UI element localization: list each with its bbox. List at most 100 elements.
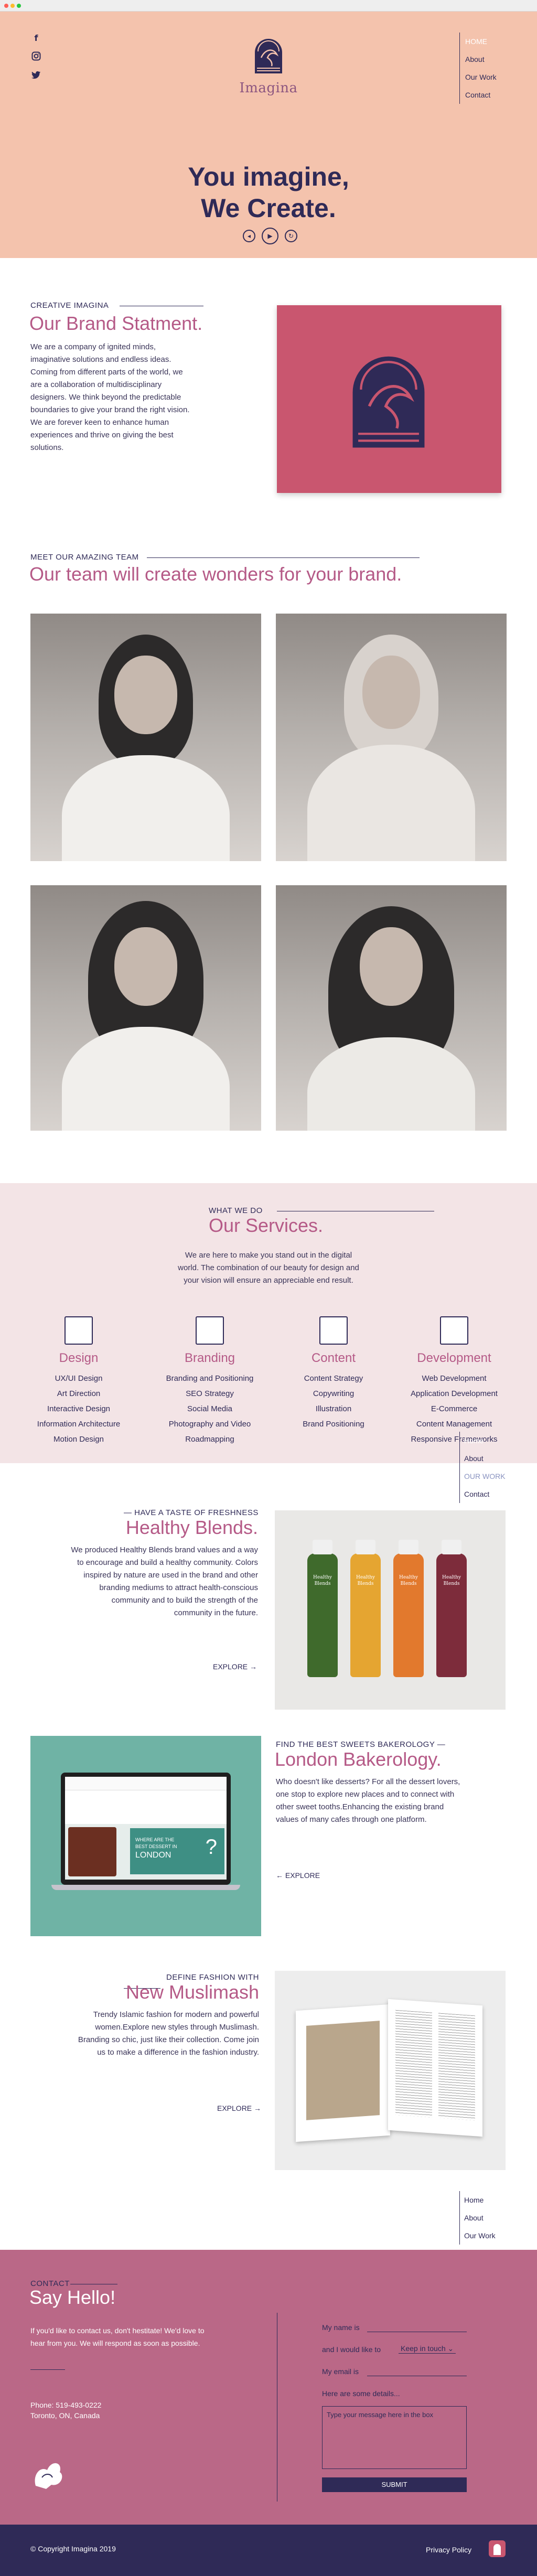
- team-photo-2: [276, 614, 507, 861]
- contact-text: If you'd like to contact us, don't hesti…: [30, 2324, 251, 2349]
- sidenav-our-work[interactable]: Our Work: [464, 2227, 496, 2245]
- facebook-icon[interactable]: f: [30, 33, 42, 44]
- touch-label: and I would like to: [322, 2345, 381, 2354]
- contact-emblem-icon: [35, 2463, 62, 2489]
- sidenav-home[interactable]: Home: [464, 2191, 496, 2209]
- london-bakerology-image: WHERE ARE THE BEST DESSERT IN LONDON ?: [30, 1736, 261, 1936]
- bottle-green: Healthy Blends: [307, 1540, 338, 1677]
- contact-section: CONTACT Say Hello! If you'd like to cont…: [0, 2250, 537, 2525]
- logo-mark-icon: [352, 356, 425, 448]
- bakery-explore-link[interactable]: ← EXPLORE: [276, 1871, 320, 1880]
- healthy-kicker: — HAVE A TASTE OF FRESHNESS: [124, 1508, 259, 1517]
- service-item: Copywriting: [313, 1389, 355, 1398]
- hero-title: You imagine, We Create.: [0, 161, 537, 224]
- healthy-explore-link[interactable]: EXPLORE →: [213, 1662, 257, 1671]
- fashion-text: Trendy Islamic fashion for modern and po…: [34, 2009, 259, 2059]
- close-window-button[interactable]: [4, 4, 8, 8]
- main-nav: HOME About Our Work Contact: [459, 33, 497, 104]
- team-kicker: MEET OUR AMAZING TEAM: [30, 553, 139, 562]
- service-item: Content Management: [416, 1420, 492, 1429]
- branding-icon: [196, 1316, 224, 1345]
- sidenav-home[interactable]: Home: [464, 1432, 506, 1450]
- sidenav-contact[interactable]: Contact: [464, 1485, 506, 1503]
- play-icon[interactable]: ▶: [262, 228, 278, 244]
- service-item: Art Direction: [57, 1389, 101, 1398]
- service-item: Social Media: [187, 1404, 232, 1413]
- contact-city: Toronto, ON, Canada: [30, 2411, 100, 2420]
- sidenav-our-work[interactable]: OUR WORK: [464, 1467, 506, 1485]
- fashion-line: Trendy Islamic fashion for modern and po…: [93, 2010, 259, 2019]
- about-line: designers. We think beyond the predictab…: [30, 393, 181, 402]
- services-section: WHAT WE DO Our Services. We are here to …: [0, 1183, 537, 1463]
- about-line: experiences and thrive on giving the bes…: [30, 431, 174, 439]
- touch-select-value: Keep in touch: [401, 2344, 446, 2353]
- brand-card-image: [277, 305, 501, 493]
- service-development: Development Web Development Application …: [402, 1316, 507, 1447]
- twitter-icon[interactable]: [30, 69, 42, 81]
- bakery-line: Who doesn't like desserts? For all the d…: [276, 1777, 460, 1786]
- fashion-line: us to make a difference in the fashion i…: [97, 2048, 259, 2057]
- service-title: Design: [59, 1351, 99, 1365]
- service-item: Interactive Design: [47, 1404, 111, 1413]
- privacy-link[interactable]: Privacy Policy: [426, 2546, 471, 2554]
- service-item: Branding and Positioning: [166, 1374, 254, 1383]
- submit-button[interactable]: SUBMIT: [322, 2477, 467, 2492]
- service-item: SEO Strategy: [186, 1389, 234, 1398]
- touch-select[interactable]: Keep in touch ⌄: [399, 2344, 456, 2354]
- instagram-icon[interactable]: [30, 50, 42, 62]
- nav-about[interactable]: About: [465, 50, 497, 68]
- about-line: Coming from different parts of the world…: [30, 368, 183, 377]
- name-label: My name is: [322, 2323, 360, 2332]
- bakery-line: one stop to explore new places and to co…: [276, 1790, 455, 1799]
- sidenav-about[interactable]: About: [464, 2209, 496, 2227]
- bakery-title: London Bakerology.: [275, 1748, 442, 1770]
- about-line: We are forever keen to enhance human: [30, 418, 169, 427]
- maximize-window-button[interactable]: [17, 4, 21, 8]
- healthy-title: Healthy Blends.: [125, 1517, 258, 1538]
- replay-icon[interactable]: ↻: [285, 230, 297, 242]
- service-item: E-Commerce: [431, 1404, 478, 1413]
- healthy-line: inspired by nature are used in the brand…: [83, 1571, 258, 1580]
- service-item: Information Architecture: [37, 1420, 121, 1429]
- hero-title-line-1: You imagine,: [188, 162, 349, 191]
- volume-icon[interactable]: ◂: [243, 230, 255, 242]
- brand-name: Imagina: [239, 80, 298, 96]
- healthy-line: community and to build the strength of t…: [111, 1596, 258, 1605]
- nav-contact[interactable]: Contact: [465, 86, 497, 104]
- services-intro-line: world. The combination of our beauty for…: [178, 1263, 359, 1272]
- about-line: imaginative solutions and endless ideas.: [30, 355, 171, 364]
- message-textarea[interactable]: Type your message here in the box: [322, 2406, 467, 2469]
- copyright: © Copyright Imagina 2019: [30, 2545, 116, 2553]
- service-item: Illustration: [315, 1404, 352, 1413]
- minimize-window-button[interactable]: [10, 4, 15, 8]
- fashion-explore-link[interactable]: EXPLORE →: [217, 2104, 261, 2112]
- contact-address: Phone: 519-493-0222 Toronto, ON, Canada: [30, 2400, 188, 2421]
- back-to-top-icon[interactable]: [489, 2540, 506, 2557]
- service-item: Content Strategy: [304, 1374, 363, 1383]
- service-item: Roadmapping: [185, 1435, 234, 1444]
- screen-question: ?: [205, 1836, 217, 1859]
- service-item: Motion Design: [53, 1435, 104, 1444]
- nav-our-work[interactable]: Our Work: [465, 68, 497, 86]
- about-line: We are a company of ignited minds,: [30, 342, 156, 351]
- laptop-base: [51, 1885, 240, 1890]
- magazine-right-page: [388, 1999, 482, 2137]
- healthy-line: to encourage and build a healthy communi…: [77, 1558, 258, 1567]
- healthy-line: branding mediums to attract health-consc…: [99, 1583, 258, 1592]
- service-item: Application Development: [411, 1389, 498, 1398]
- service-item: Brand Positioning: [303, 1420, 364, 1429]
- details-label: Here are some details...: [322, 2389, 400, 2398]
- bottle-orange: Healthy Blends: [393, 1540, 424, 1677]
- bakery-line: values of many cafes through one platfor…: [276, 1815, 427, 1824]
- service-design: Design UX/UI Design Art Direction Intera…: [26, 1316, 131, 1447]
- nav-home[interactable]: HOME: [465, 33, 497, 50]
- laptop-screen: WHERE ARE THE BEST DESSERT IN LONDON ?: [61, 1773, 231, 1885]
- footer: © Copyright Imagina 2019 Privacy Policy: [0, 2525, 537, 2576]
- sidenav-about[interactable]: About: [464, 1450, 506, 1467]
- team-photo-4: [276, 885, 507, 1131]
- fashion-kicker: DEFINE FASHION WITH: [166, 1973, 259, 1982]
- service-item: Photography and Video: [168, 1420, 251, 1429]
- brand-logo[interactable]: Imagina: [236, 37, 301, 96]
- bakery-kicker: FIND THE BEST SWEETS BAKEROLOGY —: [276, 1740, 446, 1749]
- new-muslimash-image: [275, 1971, 506, 2170]
